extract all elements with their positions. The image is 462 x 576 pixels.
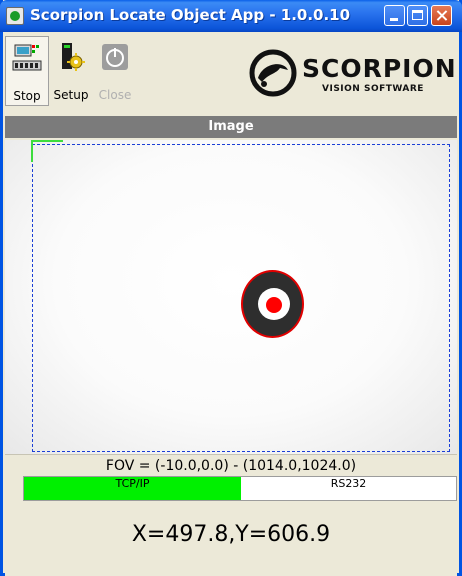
setup-icon — [56, 42, 86, 75]
minimize-button[interactable] — [384, 5, 405, 26]
result-panel: X=497.8,Y=606.9 — [5, 502, 457, 576]
close-label: Close — [98, 88, 132, 102]
tcpip-status: TCP/IP — [24, 477, 241, 500]
toolbar: Stop Setup Close SCORPION VISION SOFTWAR… — [3, 32, 459, 112]
result-coordinates: X=497.8,Y=606.9 — [131, 522, 331, 547]
app-icon — [6, 7, 24, 25]
scorpion-logo: SCORPION VISION SOFTWARE — [248, 46, 456, 102]
fov-label: FOV = (-10.0,0.0) - (1014.0,1024.0) — [5, 454, 457, 477]
power-icon — [100, 42, 130, 75]
logo-tagline: VISION SOFTWARE — [322, 84, 424, 94]
scorpion-logo-icon — [249, 49, 297, 97]
window-title: Scorpion Locate Object App - 1.0.0.10 — [30, 6, 351, 24]
stop-icon — [12, 43, 42, 76]
close-button[interactable]: Close — [95, 36, 135, 106]
camera-image-view[interactable] — [5, 140, 457, 454]
maximize-button[interactable] — [407, 5, 428, 26]
stop-label: Stop — [13, 89, 41, 103]
setup-label: Setup — [53, 88, 89, 102]
rs232-status: RS232 — [241, 477, 456, 500]
origin-marker — [31, 140, 63, 162]
setup-button[interactable]: Setup — [51, 36, 91, 106]
stop-button[interactable]: Stop — [5, 36, 49, 106]
image-panel-header: Image — [5, 116, 457, 138]
app-window: Scorpion Locate Object App - 1.0.0.10 St… — [0, 0, 462, 576]
connection-status: TCP/IP RS232 — [23, 476, 457, 501]
title-bar[interactable]: Scorpion Locate Object App - 1.0.0.10 — [0, 0, 462, 32]
close-window-button[interactable] — [431, 5, 452, 26]
target-center-dot — [266, 297, 282, 313]
logo-wordmark: SCORPION — [302, 54, 457, 83]
